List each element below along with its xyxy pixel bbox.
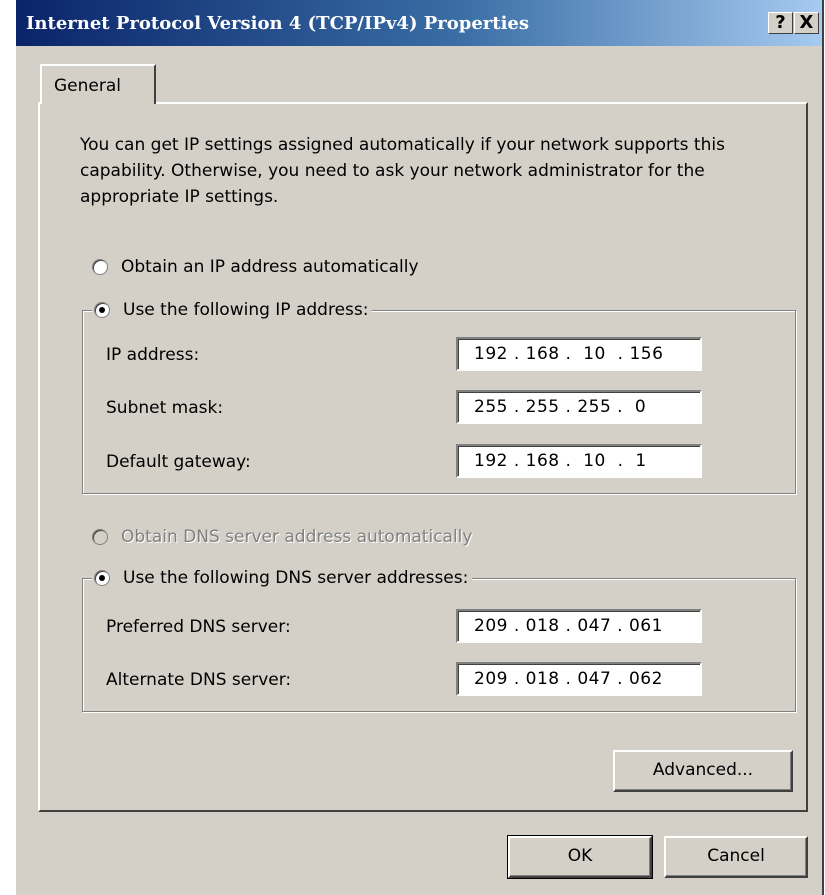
use-following-dns-radio-button[interactable]: [94, 570, 110, 586]
help-button[interactable]: ?: [768, 12, 793, 34]
cancel-button-label: Cancel: [707, 846, 765, 866]
subnet-mask-field[interactable]: [458, 392, 700, 422]
cancel-button[interactable]: Cancel: [664, 836, 808, 878]
alternate-dns-input[interactable]: [456, 662, 702, 696]
default-gateway-input[interactable]: [456, 444, 702, 478]
default-gateway-label: Default gateway:: [106, 452, 251, 472]
alternate-dns-label: Alternate DNS server:: [106, 670, 292, 690]
use-following-dns-label: Use the following DNS server addresses:: [123, 568, 469, 588]
alternate-dns-field[interactable]: [458, 664, 700, 694]
obtain-dns-auto-label: Obtain DNS server address automatically: [121, 527, 473, 547]
title-bar[interactable]: Internet Protocol Version 4 (TCP/IPv4) P…: [16, 0, 822, 46]
close-button[interactable]: X: [794, 12, 819, 34]
ip-address-label: IP address:: [106, 345, 200, 365]
ip-address-field[interactable]: [458, 339, 700, 369]
tab-general-label: General: [54, 76, 121, 96]
obtain-ip-auto-radio[interactable]: Obtain an IP address automatically: [92, 255, 423, 279]
ok-button[interactable]: OK: [507, 835, 653, 879]
obtain-ip-auto-label: Obtain an IP address automatically: [121, 257, 419, 277]
subnet-mask-input[interactable]: [456, 390, 702, 424]
obtain-dns-auto-radio-button: [92, 529, 108, 545]
use-following-ip-label: Use the following IP address:: [123, 300, 369, 320]
tcpip-properties-dialog: Internet Protocol Version 4 (TCP/IPv4) P…: [14, 0, 824, 895]
obtain-dns-auto-radio: Obtain DNS server address automatically: [92, 525, 477, 549]
advanced-button-label: Advanced...: [652, 760, 754, 780]
help-icon: ?: [775, 12, 786, 33]
default-gateway-field[interactable]: [458, 446, 700, 476]
window-title: Internet Protocol Version 4 (TCP/IPv4) P…: [26, 13, 530, 34]
use-following-dns-radio[interactable]: Use the following DNS server addresses:: [92, 566, 473, 590]
advanced-button[interactable]: Advanced...: [613, 750, 793, 792]
intro-text: You can get IP settings assigned automat…: [80, 135, 725, 207]
use-following-ip-radio[interactable]: Use the following IP address:: [92, 298, 373, 322]
close-icon: X: [799, 12, 814, 33]
preferred-dns-input[interactable]: [456, 609, 702, 643]
ok-button-label: OK: [567, 846, 593, 866]
preferred-dns-field[interactable]: [458, 611, 700, 641]
ip-address-input[interactable]: [456, 337, 702, 371]
use-following-ip-radio-button[interactable]: [94, 302, 110, 318]
subnet-mask-label: Subnet mask:: [106, 398, 224, 418]
obtain-ip-auto-radio-button[interactable]: [92, 259, 108, 275]
preferred-dns-label: Preferred DNS server:: [106, 617, 291, 637]
tab-general[interactable]: General: [40, 64, 156, 104]
